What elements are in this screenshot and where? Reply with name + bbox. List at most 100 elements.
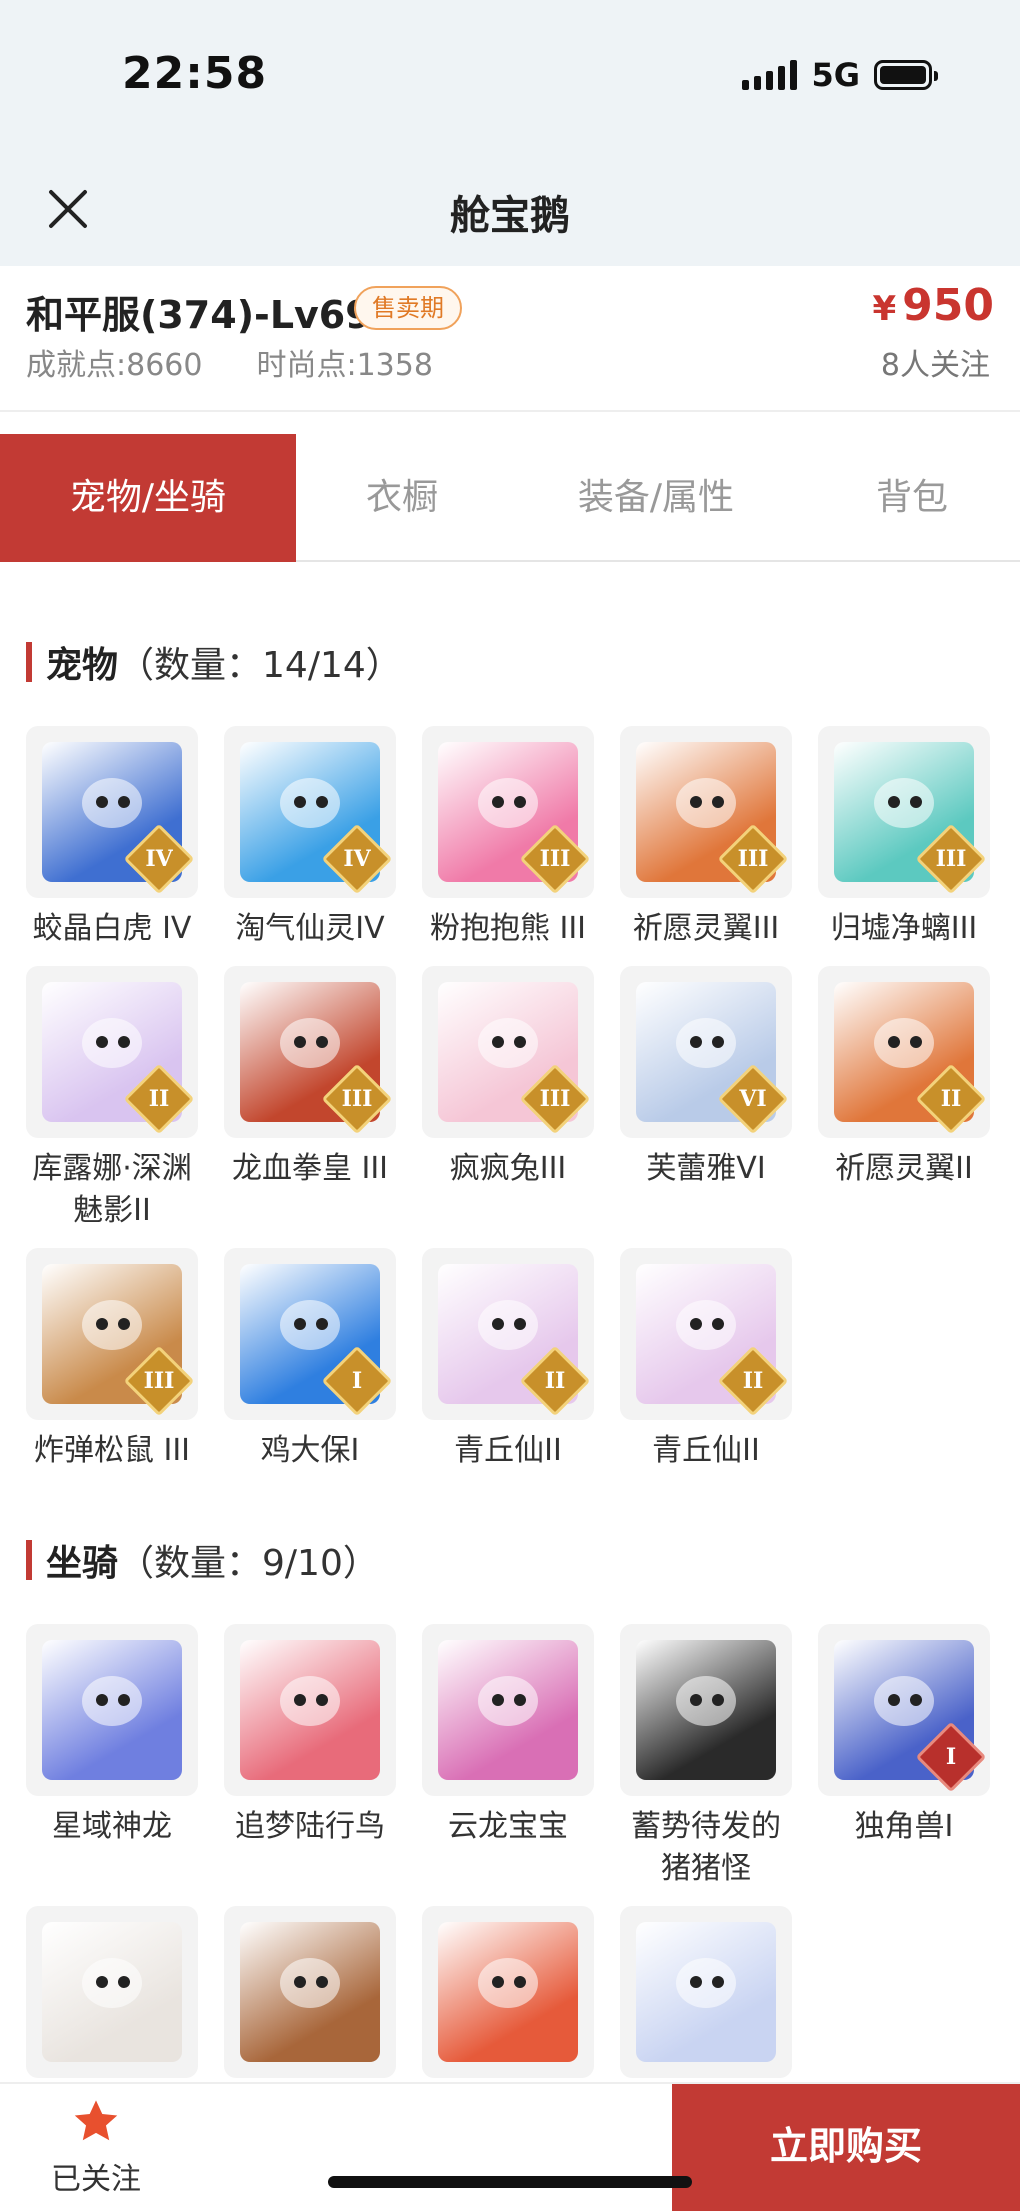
pet-item[interactable]: II 库露娜·深渊魅影II xyxy=(26,966,198,1232)
achievement-label: 成就点: xyxy=(26,348,127,383)
mount-item[interactable]: 蓄势待发的猪猪怪 xyxy=(620,1624,792,1890)
pet-item[interactable]: II 青丘仙II xyxy=(422,1248,594,1472)
pet-name: 青丘仙II xyxy=(454,1433,562,1468)
pet-item[interactable]: III 归墟净螭III xyxy=(818,726,990,950)
pet-thumbnail: VI xyxy=(620,966,792,1138)
pet-item[interactable]: IV 淘气仙灵IV xyxy=(224,726,396,950)
mount-image xyxy=(42,1640,182,1780)
tab-equipment-attributes[interactable]: 装备/属性 xyxy=(508,434,804,562)
pet-name: 库露娜·深渊魅影II xyxy=(32,1151,192,1228)
pet-item[interactable]: III 疯疯兔III xyxy=(422,966,594,1190)
mount-item[interactable]: 追梦陆行鸟 xyxy=(224,1624,396,1848)
grade-label: I xyxy=(945,1744,957,1770)
listing-summary: 和平服(374)-Lv69 售卖期 成就点:8660 时尚点:1358 ¥950 … xyxy=(0,266,1020,412)
pet-thumbnail: IV xyxy=(224,726,396,898)
price-currency: ¥ xyxy=(872,289,897,329)
mounts-section-count: （数量：9/10） xyxy=(118,1543,379,1584)
pet-item[interactable]: II 祈愿灵翼II xyxy=(818,966,990,1190)
mount-item[interactable]: 云龙宝宝 xyxy=(422,1624,594,1848)
page-title: 舱宝鹅 xyxy=(450,193,570,239)
pet-thumbnail: III xyxy=(422,726,594,898)
pet-item[interactable]: III 炸弹松鼠 III xyxy=(26,1248,198,1472)
grade-label: II xyxy=(544,1368,566,1394)
pet-thumbnail: III xyxy=(620,726,792,898)
mount-thumbnail xyxy=(26,1624,198,1796)
pet-name: 炸弹松鼠 III xyxy=(33,1433,191,1468)
pet-item[interactable]: III 龙血拳皇 III xyxy=(224,966,396,1190)
follow-button[interactable]: 已关注 xyxy=(48,2096,144,2198)
grade-label: III xyxy=(935,846,967,872)
pet-name: 芙蕾雅VI xyxy=(646,1151,766,1186)
fashion-value: 1358 xyxy=(356,348,433,383)
mount-thumbnail xyxy=(422,1624,594,1796)
status-time: 22:58 xyxy=(122,48,268,99)
mount-item[interactable] xyxy=(224,1906,396,2078)
grade-label: I xyxy=(351,1368,363,1394)
status-icons: 5G xyxy=(742,56,938,94)
pet-thumbnail: III xyxy=(224,966,396,1138)
price: ¥950 xyxy=(872,280,994,331)
top-bar: 22:58 5G 舱宝鹅 xyxy=(0,0,1020,266)
mount-item[interactable]: 星域神龙 xyxy=(26,1624,198,1848)
mount-item[interactable] xyxy=(26,1906,198,2078)
mounts-section-title: 坐骑 （数量：9/10） xyxy=(26,1534,379,1586)
mount-item[interactable]: I 独角兽I xyxy=(818,1624,990,1848)
pet-item[interactable]: I 鸡大保I xyxy=(224,1248,396,1472)
pets-section-count: （数量：14/14） xyxy=(118,645,402,686)
mount-image xyxy=(636,1922,776,2062)
pet-name: 鸡大保I xyxy=(260,1433,360,1468)
pet-item[interactable]: II 青丘仙II xyxy=(620,1248,792,1472)
mount-thumbnail xyxy=(620,1624,792,1796)
mount-item[interactable] xyxy=(620,1906,792,2078)
grade-label: III xyxy=(539,846,571,872)
mount-name: 追梦陆行鸟 xyxy=(235,1809,385,1844)
mount-thumbnail xyxy=(224,1906,396,2078)
mount-name: 星域神龙 xyxy=(52,1809,172,1844)
bottom-bar: 已关注 立即购买 xyxy=(0,2082,1020,2211)
section-marker xyxy=(26,642,32,682)
grade-label: III xyxy=(143,1368,175,1394)
pet-name: 青丘仙II xyxy=(652,1433,760,1468)
status-badge: 售卖期 xyxy=(354,286,462,330)
pet-item[interactable]: IV 蛟晶白虎 IV xyxy=(26,726,198,950)
tab-wardrobe[interactable]: 衣橱 xyxy=(296,434,508,562)
mount-image xyxy=(240,1922,380,2062)
mount-thumbnail xyxy=(224,1624,396,1796)
grade-label: IV xyxy=(145,846,173,872)
mount-item[interactable] xyxy=(422,1906,594,2078)
achievement-value: 8660 xyxy=(126,348,203,383)
pet-name: 归墟净螭III xyxy=(830,911,978,946)
mounts-section-name: 坐骑 xyxy=(46,1543,119,1584)
tab-pets-mounts[interactable]: 宠物/坐骑 xyxy=(0,434,296,562)
price-value: 950 xyxy=(902,280,994,331)
pet-item[interactable]: III 祈愿灵翼III xyxy=(620,726,792,950)
mount-name: 独角兽I xyxy=(854,1809,954,1844)
pet-name: 龙血拳皇 III xyxy=(231,1151,389,1186)
listing-stats: 成就点:8660 时尚点:1358 xyxy=(26,340,433,384)
pets-section-title: 宠物 （数量：14/14） xyxy=(26,636,402,688)
pet-name: 祈愿灵翼II xyxy=(835,1151,973,1186)
mount-name: 云龙宝宝 xyxy=(448,1809,568,1844)
mount-thumbnail xyxy=(26,1906,198,2078)
pet-name: 淘气仙灵IV xyxy=(235,911,385,946)
pet-thumbnail: I xyxy=(224,1248,396,1420)
pet-thumbnail: II xyxy=(620,1248,792,1420)
pet-thumbnail: II xyxy=(818,966,990,1138)
follow-label: 已关注 xyxy=(51,2162,141,2197)
buy-now-button[interactable]: 立即购买 xyxy=(672,2084,1020,2211)
mount-image xyxy=(42,1922,182,2062)
tab-bar: 宠物/坐骑 衣橱 装备/属性 背包 xyxy=(0,434,1020,562)
tab-backpack[interactable]: 背包 xyxy=(804,434,1020,562)
pet-thumbnail: III xyxy=(818,726,990,898)
follower-count: 8人关注 xyxy=(880,348,990,383)
mount-image xyxy=(438,1640,578,1780)
pet-item[interactable]: VI 芙蕾雅VI xyxy=(620,966,792,1190)
pet-name: 蛟晶白虎 IV xyxy=(32,911,192,946)
star-icon xyxy=(74,2100,118,2141)
grade-label: II xyxy=(940,1086,962,1112)
pet-item[interactable]: III 粉抱抱熊 III xyxy=(422,726,594,950)
pet-name: 疯疯兔III xyxy=(449,1151,567,1186)
grade-label: II xyxy=(742,1368,764,1394)
mount-thumbnail xyxy=(422,1906,594,2078)
mount-image xyxy=(636,1640,776,1780)
